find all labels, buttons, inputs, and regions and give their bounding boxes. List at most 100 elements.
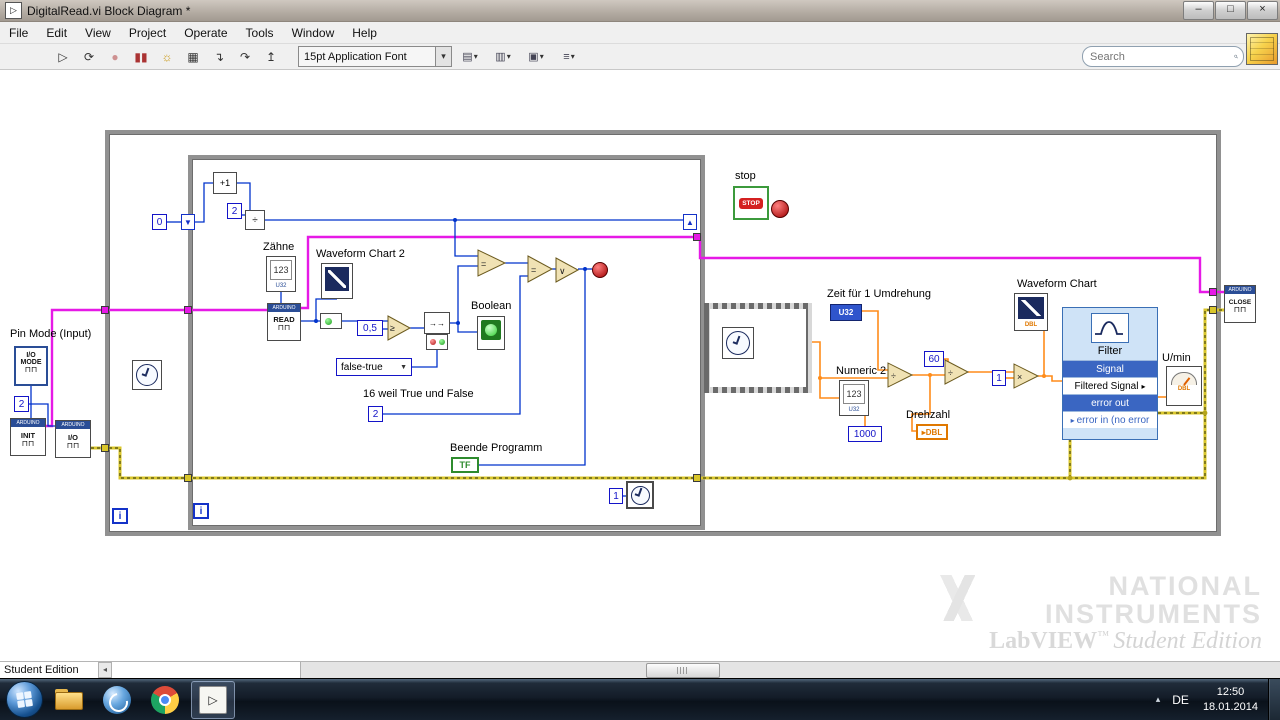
- scrollbar-thumb[interactable]: [646, 663, 720, 678]
- thousand-constant[interactable]: 1000: [848, 426, 882, 442]
- quotient-remainder-node[interactable]: ÷: [245, 210, 265, 230]
- resize-objects-button[interactable]: ▣ ▾: [521, 46, 551, 68]
- threshold-constant[interactable]: 0,5: [357, 320, 383, 336]
- block-diagram-canvas[interactable]: ≥ = = ∨ ÷ ÷ × i i ▼ ▲ Pin Mode (Input) I…: [0, 70, 1280, 661]
- io-mode-node[interactable]: I/O MODE ⊓⊓: [14, 346, 48, 386]
- select-node[interactable]: →→: [424, 312, 450, 334]
- wait-next-ms-node[interactable]: [626, 481, 654, 509]
- zaehne-numeric-node[interactable]: 123 U32: [266, 256, 296, 292]
- enum-constant[interactable]: false-true ▼: [336, 358, 412, 376]
- taskbar-labview-button[interactable]: ▷: [191, 680, 235, 719]
- numeric2-node[interactable]: 123 U32: [839, 380, 869, 416]
- menu-item-file[interactable]: File: [0, 23, 37, 43]
- error-wires[interactable]: [91, 308, 1224, 480]
- shift-register-right[interactable]: ▲: [683, 214, 697, 230]
- menu-item-operate[interactable]: Operate: [175, 23, 236, 43]
- search-box[interactable]: [1082, 46, 1244, 67]
- align-objects-button[interactable]: ▤ ▾: [455, 46, 485, 68]
- tunnel[interactable]: [1209, 288, 1217, 296]
- maximize-button[interactable]: □: [1215, 1, 1246, 20]
- tunnel[interactable]: [693, 474, 701, 482]
- language-indicator[interactable]: DE: [1172, 693, 1189, 707]
- arduino-io-node[interactable]: ARDUINO I/O ⊓⊓: [55, 420, 91, 458]
- step-into-button[interactable]: ↴: [206, 46, 232, 68]
- umin-gauge-node[interactable]: DBL: [1166, 366, 1202, 406]
- menu-item-tools[interactable]: Tools: [237, 23, 283, 43]
- flat-sequence-structure[interactable]: [704, 303, 812, 393]
- filter-row-error-out[interactable]: error out: [1063, 394, 1157, 411]
- waveform-chart-node[interactable]: DBL: [1014, 293, 1048, 331]
- drehzahl-dbl-terminal[interactable]: ▸ DBL: [916, 424, 948, 440]
- u32-terminal[interactable]: U32: [830, 304, 862, 321]
- menu-item-edit[interactable]: Edit: [37, 23, 76, 43]
- filter-row-signal[interactable]: Signal: [1063, 360, 1157, 377]
- drehzahl-label[interactable]: Drehzahl: [906, 409, 950, 421]
- horizontal-scrollbar[interactable]: [300, 662, 1280, 678]
- run-continuous-button[interactable]: ⟳: [76, 46, 102, 68]
- outer-loop-iteration-terminal[interactable]: i: [112, 508, 128, 524]
- step-over-button[interactable]: ↷: [232, 46, 258, 68]
- boolean-label[interactable]: Boolean: [471, 300, 511, 312]
- menu-item-help[interactable]: Help: [343, 23, 386, 43]
- increment-node[interactable]: +1: [213, 172, 237, 194]
- menu-item-project[interactable]: Project: [120, 23, 175, 43]
- umin-label[interactable]: U/min: [1162, 352, 1191, 364]
- wait-constant[interactable]: 1: [609, 488, 623, 504]
- zero-constant[interactable]: 0: [152, 214, 167, 230]
- arduino-init-node[interactable]: ARDUINO INIT ⊓⊓: [10, 418, 46, 456]
- tray-expand-icon[interactable]: ▴: [1156, 694, 1161, 705]
- arduino-close-node[interactable]: ARDUINO CLOSE ⊓⊓: [1224, 285, 1256, 323]
- beende-tf-terminal[interactable]: TF: [451, 457, 479, 473]
- highlight-execution-button[interactable]: ☼: [154, 46, 180, 68]
- resource-wires[interactable]: [46, 235, 1224, 428]
- tick-count-node[interactable]: [722, 327, 754, 359]
- arduino-read-node[interactable]: ARDUINO READ ⊓⊓: [267, 303, 301, 341]
- taskbar-chrome-button[interactable]: [143, 681, 187, 719]
- run-button[interactable]: ▷: [50, 46, 76, 68]
- taskbar-explorer-button[interactable]: [47, 681, 91, 719]
- wait-ms-node[interactable]: [132, 360, 162, 390]
- modulo-constant[interactable]: 2: [227, 203, 242, 219]
- tunnel[interactable]: [101, 306, 109, 314]
- compare-constant[interactable]: 2: [368, 406, 383, 422]
- tunnel[interactable]: [693, 233, 701, 241]
- menu-item-window[interactable]: Window: [283, 23, 344, 43]
- shift-register-left[interactable]: ▼: [181, 214, 195, 230]
- stop-label[interactable]: stop: [735, 170, 756, 182]
- step-out-button[interactable]: ↥: [258, 46, 284, 68]
- dc-indicator-node[interactable]: [320, 313, 342, 329]
- beende-label[interactable]: Beende Programm: [450, 442, 542, 454]
- inner-loop-iteration-terminal[interactable]: i: [193, 503, 209, 519]
- taskbar-browser-button[interactable]: [95, 681, 139, 719]
- waveform-chart2-node[interactable]: [321, 263, 353, 299]
- search-input[interactable]: [1088, 49, 1234, 64]
- filter-row-error-in[interactable]: ▸ error in (no error: [1063, 411, 1157, 428]
- abort-button[interactable]: ●: [102, 46, 128, 68]
- sixteen-label[interactable]: 16 weil True und False: [363, 388, 474, 400]
- titlebar[interactable]: ▷ DigitalRead.vi Block Diagram * – □ ×: [0, 0, 1280, 22]
- sixty-constant[interactable]: 60: [924, 351, 944, 367]
- show-desktop-button[interactable]: [1268, 678, 1280, 720]
- integer-wires[interactable]: [29, 182, 683, 497]
- start-button[interactable]: [6, 681, 43, 718]
- stop-indicator-led[interactable]: [771, 200, 789, 218]
- clock[interactable]: 12:50 18.01.2014: [1203, 685, 1258, 714]
- waveform-chart-label[interactable]: Waveform Chart: [1017, 278, 1097, 290]
- menu-item-view[interactable]: View: [76, 23, 120, 43]
- pin-mode-label[interactable]: Pin Mode (Input): [10, 328, 91, 340]
- filter-row-filtered-signal[interactable]: Filtered Signal ▸: [1063, 377, 1157, 394]
- stop-led-node[interactable]: [592, 262, 608, 278]
- pin-constant[interactable]: 2: [14, 396, 29, 412]
- gain-constant[interactable]: 1: [992, 370, 1006, 386]
- numeric2-label[interactable]: Numeric 2: [836, 365, 886, 377]
- zaehne-label[interactable]: Zähne: [263, 241, 294, 253]
- retain-wire-values-button[interactable]: ▦: [180, 46, 206, 68]
- close-button[interactable]: ×: [1247, 1, 1278, 20]
- font-selector[interactable]: 15pt Application Font ▾: [298, 46, 452, 67]
- waveform-chart2-label[interactable]: Waveform Chart 2: [316, 248, 405, 260]
- pause-button[interactable]: ▮▮: [128, 46, 154, 68]
- filter-express-vi[interactable]: Filter Signal Filtered Signal ▸ error ou…: [1062, 307, 1158, 440]
- tunnel[interactable]: [184, 306, 192, 314]
- stop-button-node[interactable]: STOP: [733, 186, 769, 220]
- distribute-objects-button[interactable]: ▥ ▾: [488, 46, 518, 68]
